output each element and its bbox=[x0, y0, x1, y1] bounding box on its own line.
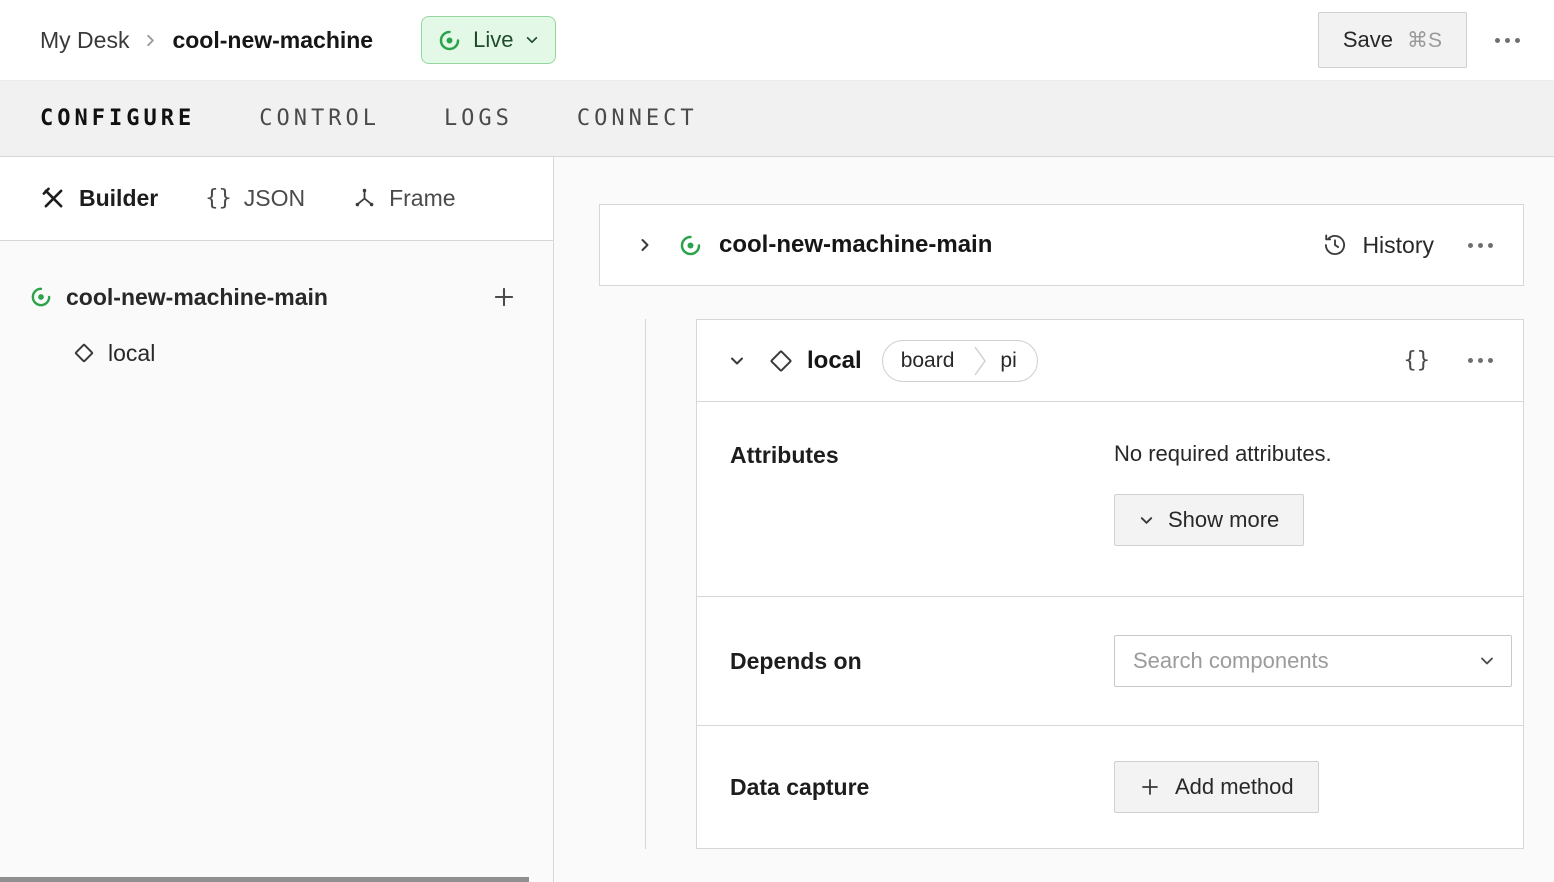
chevron-down-icon bbox=[729, 353, 745, 369]
mode-builder-label: Builder bbox=[79, 185, 158, 212]
component-diamond-icon bbox=[74, 343, 94, 363]
breadcrumb-chevron-icon bbox=[143, 33, 158, 48]
depends-on-label: Depends on bbox=[730, 648, 1114, 675]
component-card-local: local board pi {} A bbox=[696, 319, 1524, 849]
mode-builder[interactable]: Builder bbox=[40, 185, 158, 212]
tab-configure[interactable]: CONFIGURE bbox=[40, 106, 195, 131]
show-more-label: Show more bbox=[1168, 507, 1279, 533]
view-json-button[interactable]: {} bbox=[1404, 348, 1431, 373]
plus-icon bbox=[1139, 776, 1161, 798]
mode-frame[interactable]: Frame bbox=[352, 185, 455, 212]
breadcrumb: My Desk cool-new-machine bbox=[40, 27, 373, 54]
component-tree-indent: local board pi {} A bbox=[645, 319, 1524, 849]
machine-card-overflow-button[interactable] bbox=[1464, 235, 1497, 256]
machine-part-card: cool-new-machine-main History bbox=[599, 204, 1524, 286]
component-title: local bbox=[807, 347, 862, 375]
depends-on-section: Depends on Search components bbox=[697, 596, 1523, 725]
component-model: pi bbox=[988, 341, 1036, 381]
depends-on-select[interactable]: Search components bbox=[1114, 635, 1512, 687]
collapse-toggle-button[interactable] bbox=[725, 349, 749, 373]
chevron-right-icon bbox=[637, 237, 653, 253]
left-sidebar: Builder {} JSON Frame cool-new-machine-m… bbox=[0, 157, 554, 882]
expand-toggle-button[interactable] bbox=[633, 233, 657, 257]
ellipsis-icon bbox=[1464, 350, 1497, 371]
add-method-button[interactable]: Add method bbox=[1114, 761, 1319, 813]
component-type-pill: board pi bbox=[882, 340, 1038, 382]
tree-item-label: local bbox=[108, 340, 155, 367]
depends-on-value: Search components bbox=[1114, 635, 1512, 687]
viam-machine-icon bbox=[30, 286, 52, 308]
tools-icon bbox=[40, 185, 67, 212]
tab-control[interactable]: CONTROL bbox=[259, 106, 380, 131]
chevron-down-icon bbox=[1139, 513, 1154, 528]
tab-connect[interactable]: CONNECT bbox=[577, 106, 698, 131]
content-area: Builder {} JSON Frame cool-new-machine-m… bbox=[0, 157, 1554, 882]
chevron-down-icon bbox=[525, 33, 539, 47]
tree-item-label: cool-new-machine-main bbox=[66, 284, 328, 311]
config-canvas: cool-new-machine-main History bbox=[554, 157, 1554, 882]
breadcrumb-current: cool-new-machine bbox=[172, 27, 373, 54]
frame-axes-icon bbox=[352, 186, 377, 211]
live-status-label: Live bbox=[473, 27, 513, 53]
mode-json-label: JSON bbox=[244, 185, 305, 212]
viam-machine-icon bbox=[679, 234, 702, 257]
ellipsis-icon bbox=[1464, 235, 1497, 256]
add-component-button[interactable] bbox=[491, 284, 517, 310]
live-status-dropdown[interactable]: Live bbox=[421, 16, 556, 64]
sidebar-mode-switcher: Builder {} JSON Frame bbox=[0, 157, 553, 241]
ellipsis-icon bbox=[1491, 30, 1524, 51]
tree-item-local[interactable]: local bbox=[0, 325, 553, 381]
attributes-label: Attributes bbox=[730, 440, 1114, 469]
top-header: My Desk cool-new-machine Live Save ⌘S bbox=[0, 0, 1554, 81]
component-card-overflow-button[interactable] bbox=[1464, 350, 1497, 371]
sidebar-horizontal-scrollbar[interactable] bbox=[0, 877, 529, 882]
header-overflow-menu-button[interactable] bbox=[1491, 30, 1524, 51]
data-capture-section: Data capture Add method bbox=[697, 725, 1523, 848]
history-button[interactable]: History bbox=[1322, 232, 1434, 259]
attributes-section: Attributes No required attributes. Show … bbox=[697, 401, 1523, 596]
pill-chevron-separator-icon bbox=[972, 340, 988, 382]
show-more-button[interactable]: Show more bbox=[1114, 494, 1304, 546]
mode-json[interactable]: {} JSON bbox=[205, 185, 305, 212]
machine-part-title: cool-new-machine-main bbox=[719, 231, 992, 259]
save-label: Save bbox=[1343, 27, 1393, 53]
mode-frame-label: Frame bbox=[389, 185, 455, 212]
attributes-value: No required attributes. Show more bbox=[1114, 440, 1495, 546]
chevron-down-icon bbox=[1479, 653, 1495, 669]
save-button[interactable]: Save ⌘S bbox=[1318, 12, 1467, 68]
attributes-empty-text: No required attributes. bbox=[1114, 440, 1495, 468]
component-card-header: local board pi {} bbox=[697, 320, 1523, 401]
history-label: History bbox=[1362, 232, 1434, 259]
viam-live-icon bbox=[438, 29, 461, 52]
machine-nav-tabbar: CONFIGURE CONTROL LOGS CONNECT bbox=[0, 81, 1554, 157]
breadcrumb-root-link[interactable]: My Desk bbox=[40, 27, 129, 54]
tree-item-machine-main[interactable]: cool-new-machine-main bbox=[0, 269, 553, 325]
machine-part-tree: cool-new-machine-main local bbox=[0, 241, 553, 882]
add-method-label: Add method bbox=[1175, 774, 1294, 800]
data-capture-value: Add method bbox=[1114, 761, 1495, 813]
data-capture-label: Data capture bbox=[730, 774, 1114, 801]
select-placeholder: Search components bbox=[1133, 648, 1329, 674]
braces-icon: {} bbox=[205, 186, 232, 211]
history-icon bbox=[1322, 232, 1348, 258]
tab-logs[interactable]: LOGS bbox=[444, 106, 513, 131]
component-type: board bbox=[883, 341, 973, 381]
component-diamond-icon bbox=[773, 353, 789, 369]
save-shortcut: ⌘S bbox=[1407, 28, 1442, 53]
